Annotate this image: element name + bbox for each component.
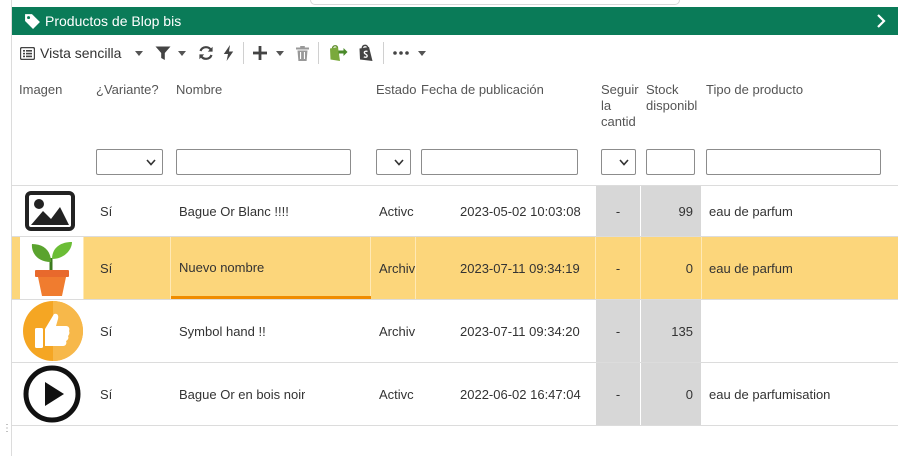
thumbs-up-icon [23,301,83,361]
add-button[interactable] [253,38,285,68]
type-cell: eau de parfum [709,203,793,219]
status-cell: Activc [379,386,414,402]
panel-title: Productos de Blop bis [45,13,182,29]
table-row[interactable]: Sí Bague Or en bois noir Activc 2022-06-… [12,363,898,426]
filter-button[interactable] [155,38,187,68]
delete-button[interactable] [296,38,310,68]
toolbar-divider [318,42,320,64]
published-cell: 2023-07-11 09:34:19 [460,260,580,276]
trash-icon [296,45,310,61]
play-circle-icon [23,365,81,423]
column-header-name[interactable]: Nombre [176,82,222,98]
resize-grip-icon[interactable]: ⋮ [2,424,12,434]
toolbar: Vista sencilla [12,38,898,68]
variant-cell: Sí [100,203,113,219]
image-placeholder-icon [25,191,75,231]
column-header-image[interactable]: Imagen [19,82,62,98]
track-cell: - [596,363,640,425]
published-filter-input[interactable] [421,149,578,175]
tag-icon [25,13,40,29]
chevron-down-icon [394,159,404,166]
variant-cell: Sí [100,323,113,339]
chevron-down-icon [178,50,187,56]
chevron-down-icon [418,50,427,56]
toolbar-divider [383,42,385,64]
quick-action-button[interactable] [223,38,234,68]
name-cell[interactable]: Bague Or Blanc !!!! [179,186,289,236]
status-cell: Archiv [379,260,416,276]
type-cell: eau de parfumisation [709,386,831,402]
name-filter-input[interactable] [176,149,351,175]
refresh-button[interactable] [198,38,214,68]
track-cell: - [596,237,640,299]
published-cell: 2022-06-02 16:47:04 [460,386,581,402]
view-selector-label: Vista sencilla [40,45,122,61]
status-cell: Archiv [379,323,416,339]
chevron-down-icon [146,159,156,166]
filter-icon [155,46,171,60]
name-cell[interactable]: Bague Or en bois noir [179,363,305,425]
variant-cell: Sí [100,260,113,276]
track-cell: - [596,186,640,236]
status-cell: Activc [379,203,414,219]
track-filter-select[interactable] [601,149,636,175]
table-row[interactable]: Sí Bague Or Blanc !!!! Activc 2023-05-02… [12,185,898,237]
name-cell[interactable]: Symbol hand !! [179,300,266,362]
more-button[interactable] [393,38,427,68]
stock-cell: 0 [641,363,701,425]
column-header-track[interactable]: Seguir la cantid [601,82,641,130]
chevron-down-icon [619,159,629,166]
table-row-selected[interactable]: Sí Nuevo nombre Archiv 2023-07-11 09:34:… [12,237,898,300]
stock-cell: 0 [641,237,701,299]
column-header-type[interactable]: Tipo de producto [706,82,803,98]
plant-pot-icon [31,242,72,296]
variant-cell: Sí [100,386,113,402]
track-cell: - [596,300,640,362]
shopify-icon [359,44,373,61]
type-filter-input[interactable] [706,149,881,175]
type-cell: eau de parfum [709,260,793,276]
status-filter-select[interactable] [376,149,411,175]
panel-titlebar: Productos de Blop bis [12,7,898,35]
list-view-icon [20,46,35,60]
plus-icon [253,46,268,60]
more-icon [393,51,410,55]
variant-filter-select[interactable] [96,149,163,175]
top-edge-fragment [310,0,680,5]
column-header-published[interactable]: Fecha de publicación [421,82,544,98]
shopify-button[interactable] [358,38,374,68]
column-header-variant[interactable]: ¿Variante? [96,82,159,98]
stock-filter-input[interactable] [646,149,695,175]
column-header-status[interactable]: Estado [376,82,416,98]
stock-cell: 99 [641,186,701,236]
shopify-export-button[interactable] [328,38,348,68]
published-cell: 2023-07-11 09:34:20 [460,323,580,339]
view-selector[interactable]: Vista sencilla [20,38,144,68]
chevron-down-icon [276,50,285,56]
shopify-export-icon [330,45,348,61]
stock-cell: 135 [641,300,701,362]
chevron-right-icon[interactable] [876,13,886,29]
table-row[interactable]: Sí Symbol hand !! Archiv 2023-07-11 09:3… [12,300,898,363]
toolbar-divider [243,42,245,64]
refresh-icon [199,46,214,60]
bolt-icon [224,45,234,61]
name-cell-editing[interactable]: Nuevo nombre [179,237,264,297]
published-cell: 2023-05-02 10:03:08 [460,203,581,219]
column-header-stock[interactable]: Stock disponibl [646,82,702,114]
chevron-down-icon [135,50,144,56]
edit-underline [171,296,371,299]
